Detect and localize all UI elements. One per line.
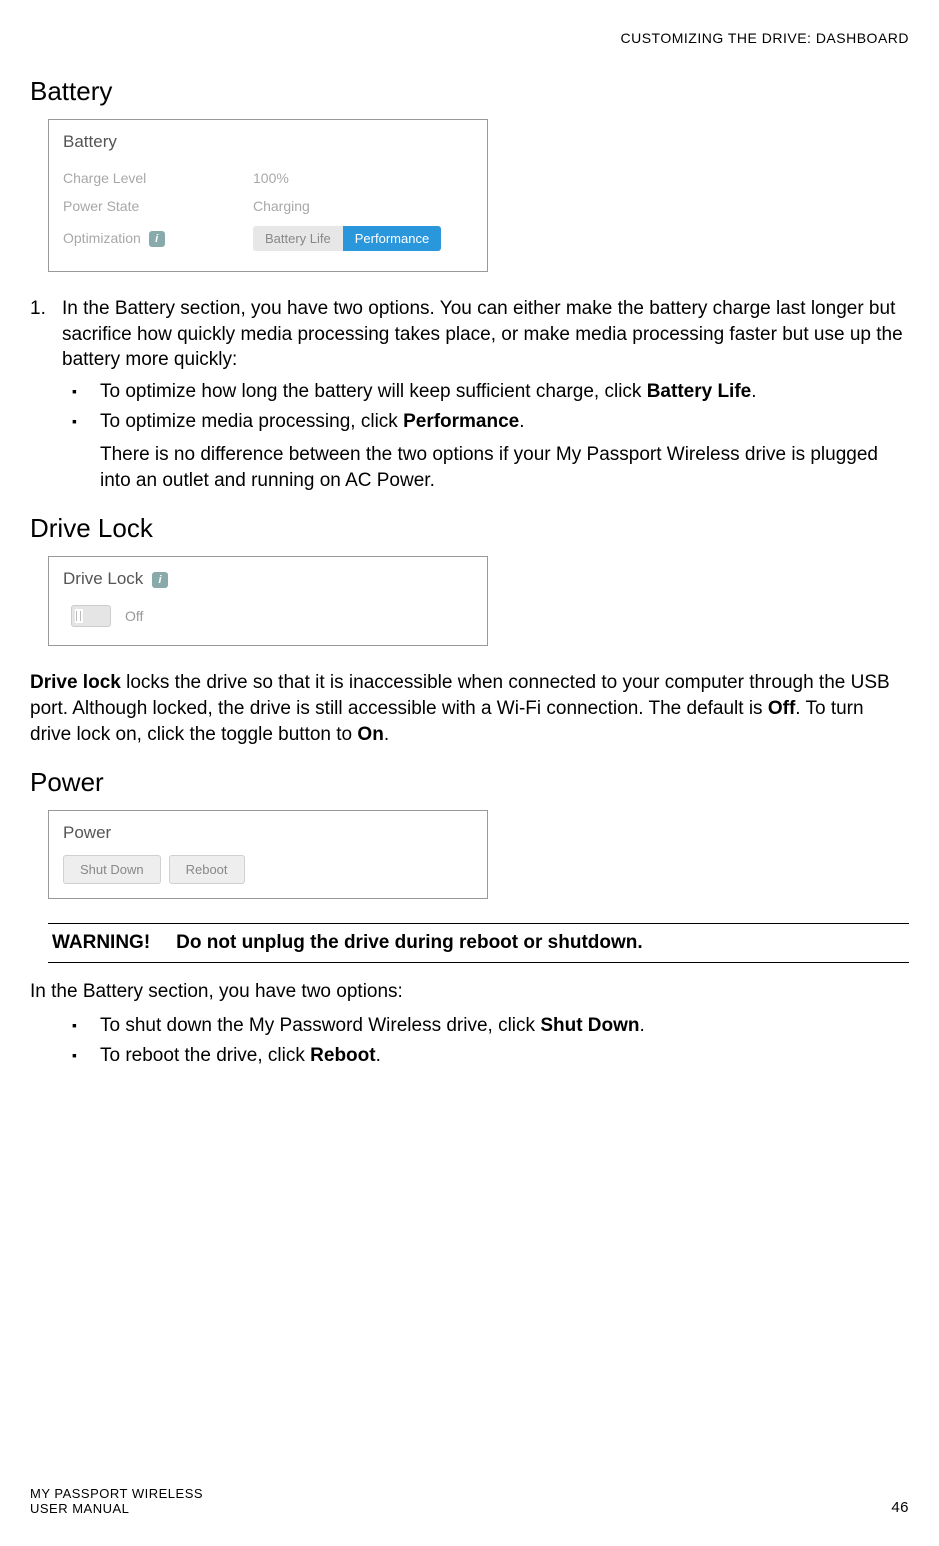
warning-box: WARNING! Do not unplug the drive during …	[48, 923, 909, 963]
battery-bullet-2: ▪ To optimize media processing, click Pe…	[72, 409, 909, 435]
power-bullet-1: ▪ To shut down the My Password Wireless …	[72, 1013, 909, 1039]
drivelock-bold: Drive lock	[30, 672, 121, 693]
drivelock-heading: Drive Lock	[30, 513, 909, 544]
bullet-icon: ▪	[72, 409, 100, 435]
charge-level-row: Charge Level 100%	[63, 164, 473, 192]
optimization-segmented: Battery Life Performance	[253, 226, 441, 251]
info-icon[interactable]: i	[149, 231, 165, 247]
charge-level-value: 100%	[253, 170, 289, 186]
power-bullet-2: ▪ To reboot the drive, click Reboot.	[72, 1043, 909, 1069]
bullet-text: To reboot the drive, click Reboot.	[100, 1043, 909, 1069]
reboot-button[interactable]: Reboot	[169, 855, 245, 884]
footer-line2: USER MANUAL	[30, 1501, 203, 1516]
bullet-text: To optimize media processing, click Perf…	[100, 409, 909, 435]
bullet-icon: ▪	[72, 1043, 100, 1069]
page-header: CUSTOMIZING THE DRIVE: DASHBOARD	[30, 30, 909, 46]
battery-panel-title: Battery	[63, 132, 473, 152]
bullet-icon: ▪	[72, 379, 100, 405]
step-text: In the Battery section, you have two opt…	[62, 296, 909, 373]
page-number: 46	[891, 1499, 909, 1516]
toggle-nub	[75, 609, 83, 623]
power-intro: In the Battery section, you have two opt…	[30, 979, 909, 1005]
bullet-post: .	[519, 411, 524, 432]
battery-step-1: 1. In the Battery section, you have two …	[30, 296, 909, 373]
drivelock-title-text: Drive Lock	[63, 569, 143, 588]
optimization-text: Optimization	[63, 230, 141, 246]
drivelock-panel: Drive Lock i Off	[48, 556, 488, 646]
dl-end: .	[384, 724, 389, 745]
bullet-pre: To shut down the My Password Wireless dr…	[100, 1015, 540, 1036]
bullet-post: .	[640, 1015, 645, 1036]
optimization-label: Optimization i	[63, 230, 253, 247]
battery-bullets: ▪ To optimize how long the battery will …	[72, 379, 909, 434]
performance-button[interactable]: Performance	[343, 226, 441, 251]
page-footer: MY PASSPORT WIRELESS USER MANUAL 46	[30, 1486, 909, 1516]
battery-note: There is no difference between the two o…	[100, 442, 909, 493]
shutdown-button[interactable]: Shut Down	[63, 855, 161, 884]
warning-text: Do not unplug the drive during reboot or…	[176, 932, 643, 954]
drivelock-description: Drive lock locks the drive so that it is…	[30, 670, 909, 747]
bullet-pre: To optimize media processing, click	[100, 411, 403, 432]
power-panel: Power Shut Down Reboot	[48, 810, 488, 899]
bullet-bold: Shut Down	[540, 1015, 639, 1036]
bullet-icon: ▪	[72, 1013, 100, 1039]
bullet-bold: Performance	[403, 411, 519, 432]
bullet-bold: Reboot	[310, 1045, 375, 1066]
battery-heading: Battery	[30, 76, 909, 107]
step-number: 1.	[30, 296, 62, 373]
bullet-pre: To optimize how long the battery will ke…	[100, 381, 647, 402]
bullet-post: .	[376, 1045, 381, 1066]
drivelock-toggle[interactable]	[71, 605, 111, 627]
power-state-label: Power State	[63, 198, 253, 214]
power-heading: Power	[30, 767, 909, 798]
dl-pre: locks the drive so that it is inaccessib…	[30, 672, 890, 719]
bullet-text: To shut down the My Password Wireless dr…	[100, 1013, 909, 1039]
drivelock-toggle-row: Off	[63, 601, 473, 631]
power-state-value: Charging	[253, 198, 310, 214]
power-state-row: Power State Charging	[63, 192, 473, 220]
power-buttons: Shut Down Reboot	[63, 855, 473, 884]
power-panel-title: Power	[63, 823, 473, 843]
bullet-pre: To reboot the drive, click	[100, 1045, 310, 1066]
bullet-post: .	[751, 381, 756, 402]
battery-bullet-1: ▪ To optimize how long the battery will …	[72, 379, 909, 405]
optimization-row: Optimization i Battery Life Performance	[63, 220, 473, 257]
drivelock-state: Off	[125, 608, 143, 624]
footer-line1: MY PASSPORT WIRELESS	[30, 1486, 203, 1501]
info-icon[interactable]: i	[152, 572, 168, 588]
dl-on: On	[357, 724, 383, 745]
footer-left: MY PASSPORT WIRELESS USER MANUAL	[30, 1486, 203, 1516]
warning-label: WARNING!	[52, 932, 150, 954]
battery-panel: Battery Charge Level 100% Power State Ch…	[48, 119, 488, 272]
bullet-bold: Battery Life	[647, 381, 752, 402]
dl-off: Off	[768, 698, 795, 719]
drivelock-panel-title: Drive Lock i	[63, 569, 473, 589]
charge-level-label: Charge Level	[63, 170, 253, 186]
power-bullets: ▪ To shut down the My Password Wireless …	[72, 1013, 909, 1068]
battery-life-button[interactable]: Battery Life	[253, 226, 343, 251]
bullet-text: To optimize how long the battery will ke…	[100, 379, 909, 405]
